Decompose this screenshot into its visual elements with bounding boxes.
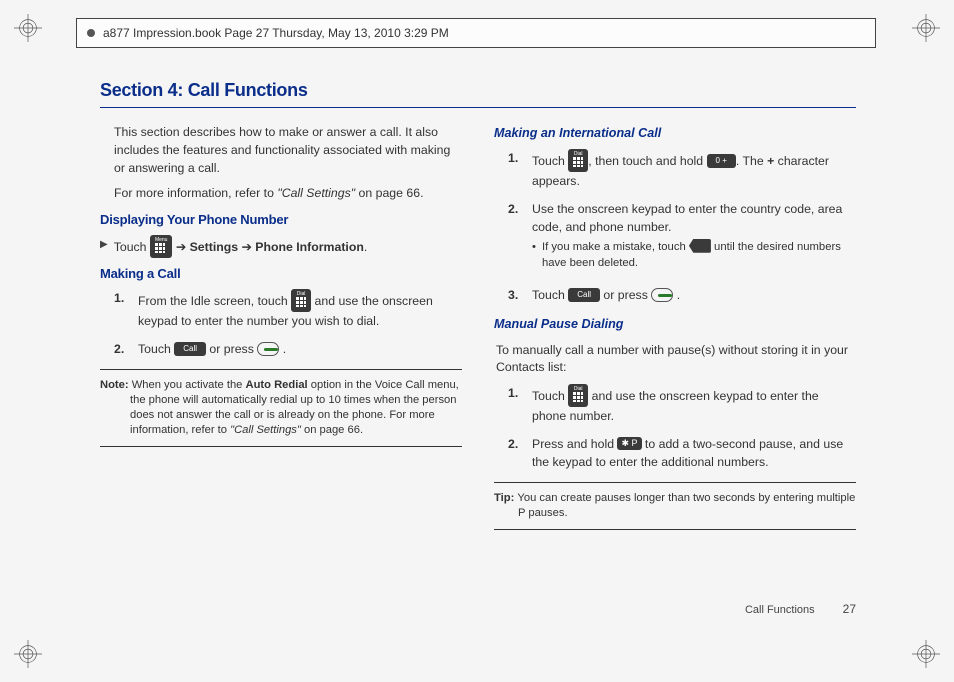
intro-para-1: This section describes how to make or an… [114,124,462,177]
page-number: 27 [843,602,856,616]
tip-block: Tip: You can create pauses longer than t… [494,491,856,521]
text: . [279,342,286,356]
procedure-step: ▶ Touch Menu ➔ Settings ➔ Phone Informat… [100,236,462,259]
text: Press and hold [532,437,617,451]
text: on page 66. [355,186,423,200]
step-text: Touch Menu ➔ Settings ➔ Phone Informatio… [114,236,368,259]
send-key-icon [257,342,279,356]
crop-mark-icon [912,14,940,42]
step-body: Touch Dial, then touch and hold 0 +. The… [532,150,856,191]
dial-icon: Dial [568,384,588,407]
text: . [673,288,680,302]
manual-pause-intro: To manually call a number with pause(s) … [494,342,856,378]
heading-manual-pause: Manual Pause Dialing [494,315,856,333]
menu-icon: Menu [150,235,173,258]
crop-mark-icon [14,640,42,668]
text: From the Idle screen, touch [138,294,291,308]
text: . [364,240,367,254]
cross-ref: "Call Settings" [277,186,355,200]
step-number: 2. [508,201,532,277]
text: on page 66. [301,424,363,436]
list-item: 2. Touch Call or press . [114,341,462,359]
send-key-icon [651,288,673,302]
text: You can create pauses longer than two se… [517,492,855,519]
header-dot-icon [87,29,95,37]
menu-path: Settings [190,240,239,254]
menu-path: Phone Information [255,240,364,254]
triangle-bullet-icon: ▶ [100,236,108,259]
step-number: 1. [114,290,138,331]
list-item: 2. Press and hold ✱ P to add a two-secon… [508,436,856,472]
option-name: Auto Redial [246,379,308,391]
call-softkey-icon: Call [568,288,600,302]
text: If you make a mistake, touch until the d… [542,239,856,272]
step-body: From the Idle screen, touch Dial and use… [138,290,462,331]
text: , then touch and hold [588,154,706,168]
step-number: 3. [508,287,532,305]
arrow-icon: ➔ [238,240,255,254]
note-label: Note: [100,379,132,391]
title-rule [100,107,856,108]
zero-plus-key-icon: 0 + [707,154,736,168]
step-body: Use the onscreen keypad to enter the cou… [532,201,856,277]
text: Touch [532,154,568,168]
step-number: 2. [508,436,532,472]
backspace-icon [689,239,711,253]
text: . The [736,154,767,168]
text: Touch [138,342,174,356]
step-number: 1. [508,385,532,426]
list-item: 1. From the Idle screen, touch Dial and … [114,290,462,331]
crop-mark-icon [14,14,42,42]
note-block: Note: When you activate the Auto Redial … [100,378,462,438]
heading-display-number: Displaying Your Phone Number [100,211,462,230]
text: Use the onscreen keypad to enter the cou… [532,202,842,234]
divider [100,369,462,370]
dial-icon: Dial [568,149,588,172]
step-number: 2. [114,341,138,359]
text: or press [600,288,651,302]
tip-label: Tip: [494,492,517,504]
divider [494,529,856,530]
divider [494,482,856,483]
heading-making-call: Making a Call [100,265,462,284]
call-softkey-icon: Call [174,342,206,356]
header-text: a877 Impression.book Page 27 Thursday, M… [103,26,449,40]
text: For more information, refer to [114,186,277,200]
sub-bullet: • If you make a mistake, touch until the… [532,239,856,272]
step-body: Touch Call or press . [138,341,462,359]
page-footer: Call Functions 27 [745,602,856,616]
framemaker-header: a877 Impression.book Page 27 Thursday, M… [76,18,876,48]
step-body: Press and hold ✱ P to add a two-second p… [532,436,856,472]
footer-section: Call Functions [745,604,815,616]
step-body: Touch Dial and use the onscreen keypad t… [532,385,856,426]
text: If you make a mistake, touch [542,241,689,253]
list-item: 1. Touch Dial, then touch and hold 0 +. … [508,150,856,191]
text: Touch [114,240,150,254]
star-p-key-icon: ✱ P [617,437,641,450]
step-body: Touch Call or press . [532,287,856,305]
text: Touch [532,389,568,403]
section-title: Section 4: Call Functions [100,80,856,101]
step-number: 1. [508,150,532,191]
divider [100,446,462,447]
text: When you activate the [132,379,246,391]
list-item: 1. Touch Dial and use the onscreen keypa… [508,385,856,426]
right-column: Making an International Call 1. Touch Di… [494,124,856,538]
arrow-icon: ➔ [172,240,189,254]
bullet-icon: • [532,239,536,272]
text: P [632,438,638,448]
cross-ref: "Call Settings" [230,424,301,436]
text: or press [206,342,257,356]
heading-international-call: Making an International Call [494,124,856,142]
page-content: Section 4: Call Functions This section d… [100,80,856,538]
crop-mark-icon [912,640,940,668]
dial-icon: Dial [291,289,311,312]
list-item: 3. Touch Call or press . [508,287,856,305]
text: Touch [532,288,568,302]
list-item: 2. Use the onscreen keypad to enter the … [508,201,856,277]
intro-para-2: For more information, refer to "Call Set… [114,185,462,203]
left-column: This section describes how to make or an… [100,124,462,538]
